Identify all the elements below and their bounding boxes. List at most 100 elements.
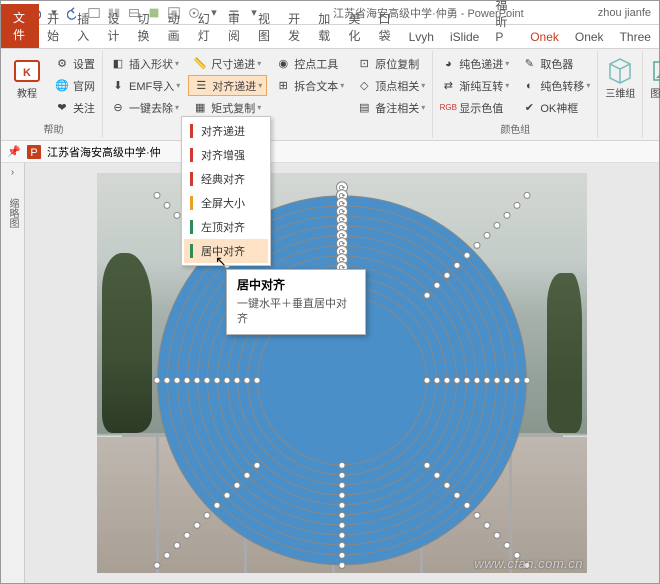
selection-handle[interactable] [244,472,251,479]
tutorial-button[interactable]: K 教程 [8,53,46,102]
tab-three[interactable]: Three [612,26,659,48]
menu-item-1[interactable]: 对齐增强 [184,143,268,167]
selection-handle[interactable] [154,192,161,199]
selection-handle[interactable] [174,542,181,549]
selection-handle[interactable] [339,532,346,539]
tab-insert[interactable]: 插入 [69,6,99,48]
note-related-button[interactable]: ▤备注相关▾ [352,97,429,118]
selection-handle[interactable] [339,542,346,549]
selection-handle[interactable] [504,542,511,549]
selection-handle[interactable] [474,242,481,249]
selection-handle[interactable] [514,202,521,209]
tab-pocket[interactable]: 口袋 [371,6,401,48]
align-progress-button[interactable]: ☰对齐递进▾ [188,75,267,96]
show-color-button[interactable]: RGB显示色值 [436,97,513,118]
selection-handle[interactable] [494,532,501,539]
emf-import-button[interactable]: ⬇EMF导入▾ [106,75,184,96]
tab-slideshow[interactable]: 幻灯 [190,6,220,48]
selection-handle[interactable] [484,522,491,529]
selection-handle[interactable] [464,252,471,259]
selection-handle[interactable] [174,377,181,384]
selection-handle[interactable] [494,222,501,229]
selection-handle[interactable] [474,512,481,519]
selection-handle[interactable] [254,462,261,469]
tab-transition[interactable]: 切换 [130,6,160,48]
official-button[interactable]: 🌐官网 [50,75,99,96]
selection-handle[interactable] [254,377,261,384]
split-text-button[interactable]: ⊞拆合文本▾ [271,75,348,96]
tab-onekey[interactable]: Onek [522,26,567,48]
tab-islide[interactable]: iSlide [442,26,487,48]
selection-handle[interactable] [339,482,346,489]
selection-handle[interactable] [424,377,431,384]
selection-handle[interactable] [444,482,451,489]
tab-home[interactable]: 开始 [39,6,69,48]
circle-copy-button[interactable]: ⊡原位复制 [352,53,429,74]
tab-animation[interactable]: 动画 [160,6,190,48]
selection-handle[interactable] [174,212,181,219]
selection-handle[interactable] [434,282,441,289]
rect-copy-button[interactable]: ▦矩式复制▾ [188,97,267,118]
selection-handle[interactable] [464,377,471,384]
selection-handle[interactable] [164,202,171,209]
selection-handle[interactable] [224,492,231,499]
menu-item-2[interactable]: 经典对齐 [184,167,268,191]
one-key-remove-button[interactable]: ⊖一键去除▾ [106,97,184,118]
tab-foxit[interactable]: 福昕P [487,0,522,48]
selection-handle[interactable] [339,512,346,519]
selection-handle[interactable] [504,377,511,384]
tab-design[interactable]: 设计 [99,6,129,48]
selection-handle[interactable] [524,377,531,384]
selection-handle[interactable] [339,462,346,469]
selection-handle[interactable] [339,502,346,509]
selection-handle[interactable] [424,292,431,299]
selection-handle[interactable] [194,522,201,529]
selection-handle[interactable] [454,377,461,384]
selection-handle[interactable] [514,377,521,384]
size-progress-button[interactable]: 📏尺寸递进▾ [188,53,267,74]
selection-handle[interactable] [214,502,221,509]
tab-lvyh[interactable]: Lvyh [401,26,442,48]
selection-handle[interactable] [434,472,441,479]
selection-handle[interactable] [244,377,251,384]
pin-icon[interactable]: 📌 [7,145,21,159]
3d-group-button[interactable]: 三维组 [601,53,639,102]
tab-beautify[interactable]: 美化 [340,6,370,48]
selection-handle[interactable] [484,232,491,239]
selection-handle[interactable] [164,552,171,559]
selection-handle[interactable] [474,377,481,384]
menu-item-0[interactable]: 对齐递进 [184,119,268,143]
selection-handle[interactable] [464,502,471,509]
selection-handle[interactable] [424,462,431,469]
selection-handle[interactable] [154,562,161,569]
follow-button[interactable]: ❤关注 [50,97,99,118]
selection-handle[interactable] [434,377,441,384]
menu-item-4[interactable]: 左顶对齐 [184,215,268,239]
selection-handle[interactable] [234,482,241,489]
img-group-button[interactable]: 图片组 [646,53,660,102]
selection-handle[interactable] [234,377,241,384]
expand-thumbnails-icon[interactable]: › [11,167,14,178]
selection-handle[interactable] [154,377,161,384]
selection-handle[interactable] [204,377,211,384]
vertex-related-button[interactable]: ◇顶点相关▾ [352,75,429,96]
color-picker-button[interactable]: ✎取色器 [517,53,594,74]
selection-handle[interactable] [164,377,171,384]
selection-handle[interactable] [339,472,346,479]
pure-progress-button[interactable]: ◕纯色递进▾ [436,53,513,74]
selection-handle[interactable] [339,562,346,569]
tab-onekey2[interactable]: Onek [567,26,612,48]
tab-file[interactable]: 文件 [1,4,39,48]
menu-item-3[interactable]: 全屏大小 [184,191,268,215]
slide-canvas[interactable]: ⟳⟳⟳⟳⟳⟳⟳⟳⟳⟳⟳ www.cfan.com.cn [25,163,659,583]
selection-handle[interactable] [454,262,461,269]
selection-handle[interactable] [184,377,191,384]
control-tools-button[interactable]: ◉控点工具 [271,53,348,74]
selection-handle[interactable] [444,377,451,384]
selection-handle[interactable] [194,377,201,384]
selection-handle[interactable] [204,512,211,519]
selection-handle[interactable] [184,532,191,539]
tab-view[interactable]: 视图 [250,6,280,48]
settings-button[interactable]: ⚙设置 [50,53,99,74]
selection-handle[interactable] [224,377,231,384]
